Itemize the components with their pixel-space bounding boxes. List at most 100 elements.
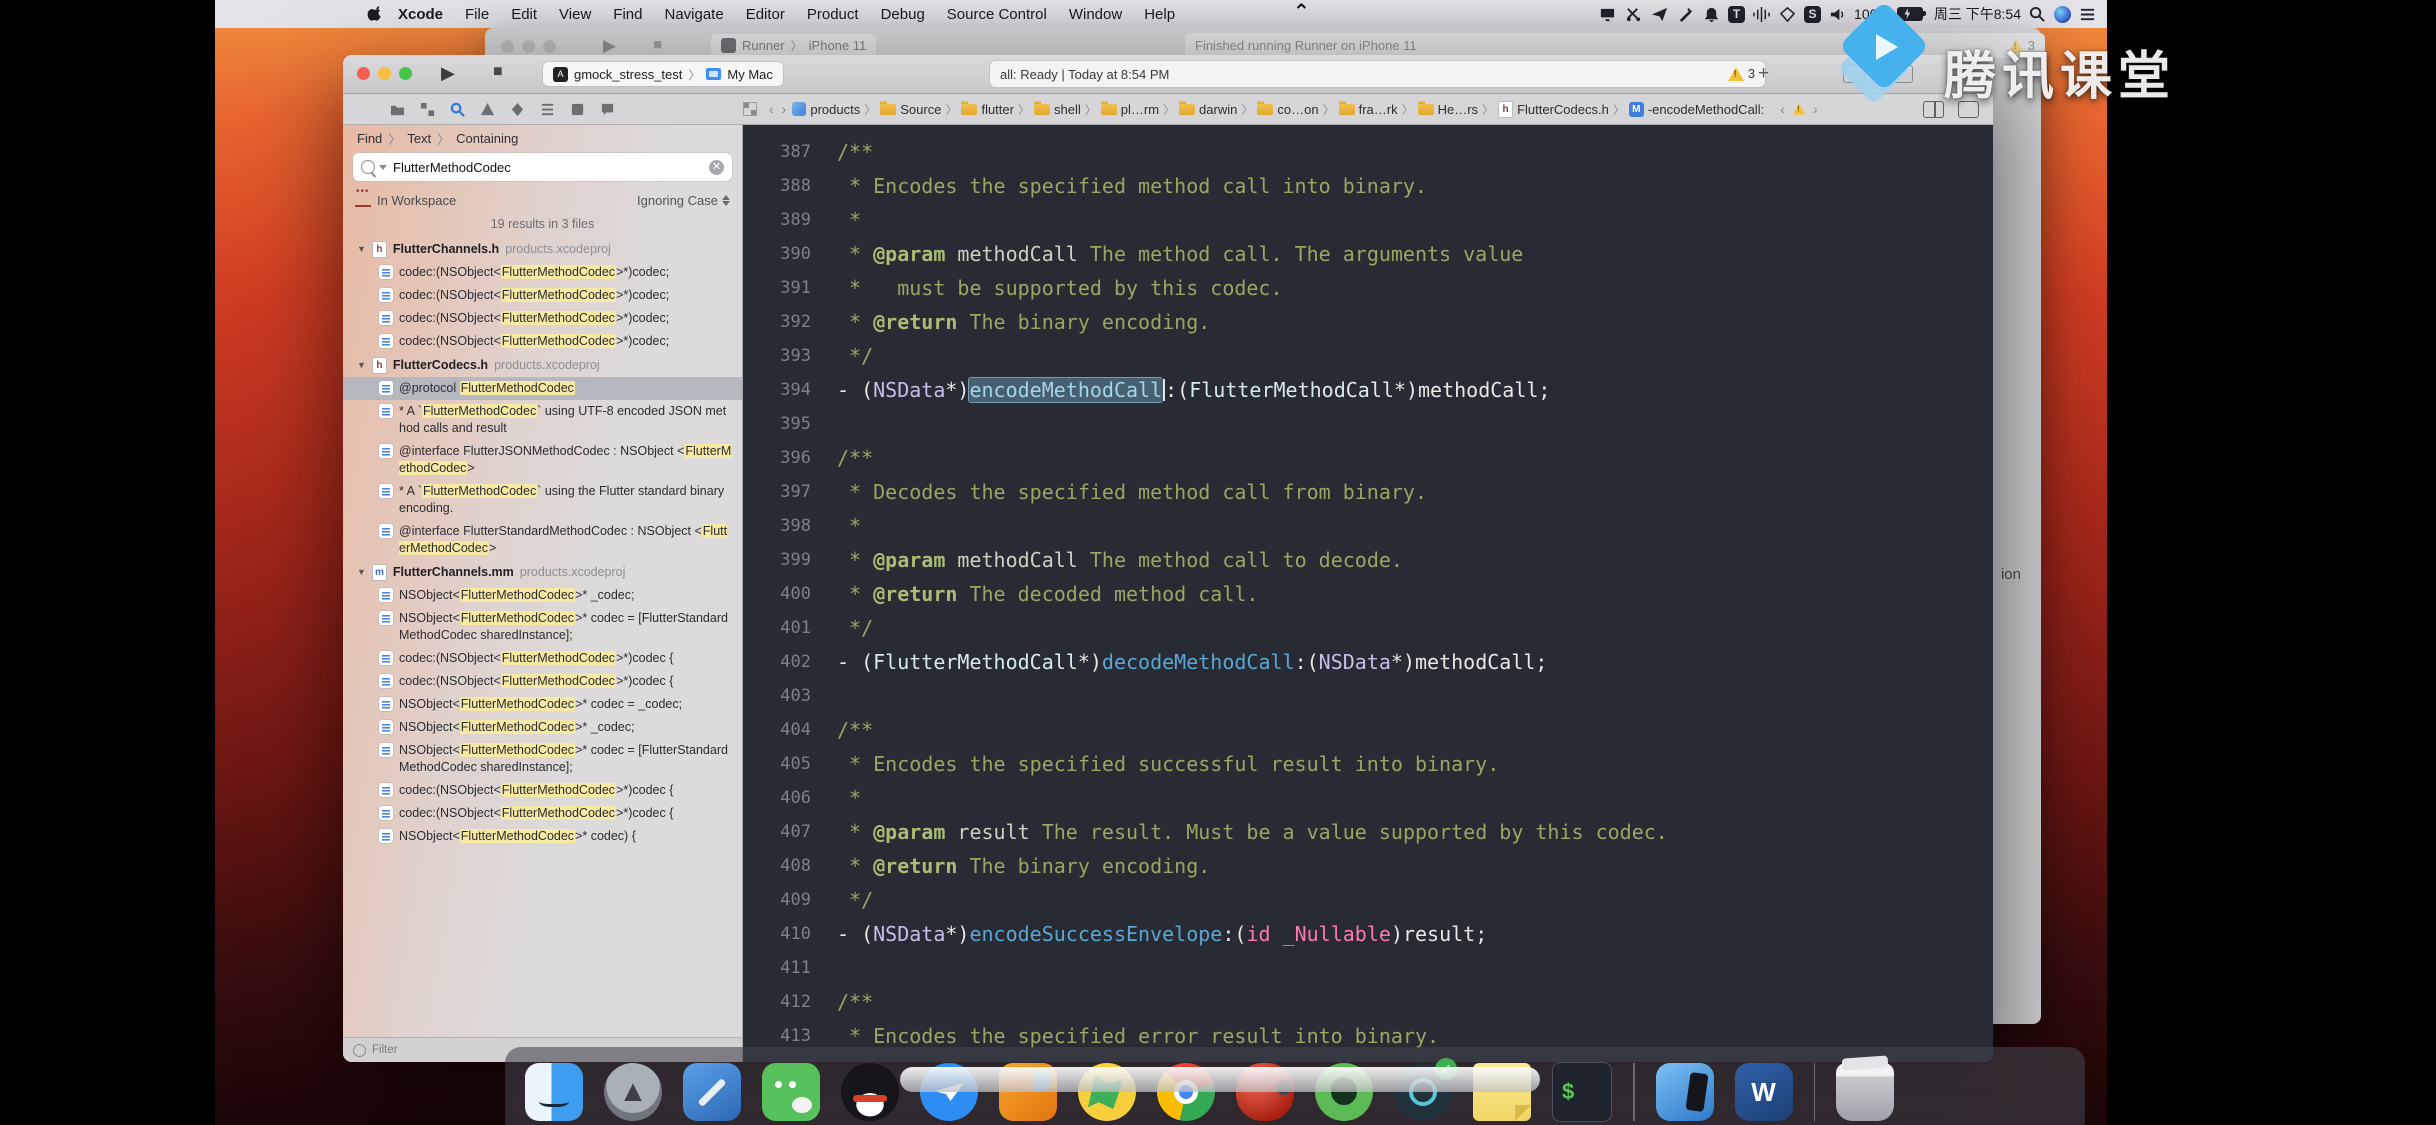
next-issue-button[interactable]: › [1811,101,1820,117]
search-result[interactable]: codec:(NSObject<FlutterMethodCodec>*)cod… [343,802,742,825]
background-traffic-lights[interactable] [501,40,556,53]
disclosure-triangle-icon[interactable]: ▼ [357,244,366,254]
add-editor-icon[interactable] [1958,101,1979,118]
code-line[interactable]: 402- (FlutterMethodCall*)decodeMethodCal… [743,645,1993,679]
code-line[interactable]: 397 * Decodes the specified method call … [743,475,1993,509]
adjust-editor-icon[interactable] [1923,101,1944,118]
dock-terminal-icon[interactable]: $ [1552,1062,1612,1122]
search-result[interactable]: NSObject<FlutterMethodCodec>* _codec; [343,584,742,607]
zoom-button[interactable] [399,67,412,80]
code-line[interactable]: 391 * must be supported by this codec. [743,271,1993,305]
menu-debug[interactable]: Debug [870,6,936,23]
disclosure-triangle-icon[interactable]: ▼ [357,567,366,577]
new-tab-button[interactable]: + [1758,63,1769,85]
code-text[interactable]: * [837,509,861,543]
scope-find[interactable]: Find [357,131,382,146]
overlay-collapse-chevron-icon[interactable]: ⌃ [1293,2,1315,22]
search-input-value[interactable]: FlutterMethodCodec [393,160,703,175]
breadcrumb-darwin[interactable]: darwin [1179,102,1237,117]
code-line[interactable]: 409 */ [743,883,1993,917]
code-text[interactable]: * @param methodCall The method call. The… [837,237,1523,271]
notification-center-icon[interactable] [2078,5,2097,24]
breadcrumb-flutter[interactable]: flutter [961,102,1014,117]
search-result[interactable]: * A `FlutterMethodCodec` using UTF-8 enc… [343,400,742,440]
code-line[interactable]: 403 [743,679,1993,713]
code-line[interactable]: 399 * @param methodCall The method call … [743,543,1993,577]
siri-icon[interactable] [2054,6,2071,23]
menu-window[interactable]: Window [1058,6,1133,23]
close-button[interactable] [357,67,370,80]
code-text[interactable]: */ [837,339,873,373]
result-file-header[interactable]: ▼mFlutterChannels.mmproducts.xcodeproj [343,560,742,584]
apple-menu-icon[interactable] [367,5,383,23]
tool-icon[interactable] [1676,5,1695,24]
breadcrumb-co-on[interactable]: co…on [1257,102,1318,117]
breadcrumb-fra-rk[interactable]: fra…rk [1339,102,1398,117]
code-text[interactable]: /** [837,713,873,747]
code-line[interactable]: 388 * Encodes the specified method call … [743,169,1993,203]
tab-overview-icons[interactable] [1843,65,1913,83]
search-result[interactable]: @protocol FlutterMethodCodec [343,377,742,400]
search-scope-label[interactable]: In Workspace [377,193,456,208]
breakpoint-navigator-icon[interactable] [569,101,586,118]
code-text[interactable]: */ [837,611,873,645]
code-text[interactable]: * must be supported by this codec. [837,271,1283,305]
search-options-chevron-icon[interactable] [379,165,387,170]
search-result[interactable]: codec:(NSObject<FlutterMethodCodec>*)cod… [343,307,742,330]
code-line[interactable]: 396/** [743,441,1993,475]
dock-simulator-icon[interactable] [1656,1063,1714,1121]
prev-issue-button[interactable]: ‹ [1778,101,1787,117]
spotlight-icon[interactable] [2028,5,2047,24]
code-text[interactable]: - (FlutterMethodCall*)decodeMethodCall:(… [837,645,1547,679]
code-line[interactable]: 410- (NSData*)encodeSuccessEnvelope:(id … [743,917,1993,951]
stop-button[interactable]: ■ [493,63,503,81]
volume-icon[interactable] [1828,5,1847,24]
search-result[interactable]: codec:(NSObject<FlutterMethodCodec>*)cod… [343,261,742,284]
scissors-icon[interactable] [1624,5,1643,24]
code-line[interactable]: 404/** [743,713,1993,747]
dock-trash-icon[interactable] [1836,1063,1894,1121]
report-navigator-icon[interactable] [599,101,616,118]
code-line[interactable]: 406 * [743,781,1993,815]
dock-word-icon[interactable]: W [1735,1063,1793,1121]
paper-plane-icon[interactable] [1650,5,1669,24]
code-text[interactable]: /** [837,135,873,169]
test-navigator-icon[interactable] [509,101,526,118]
search-result[interactable]: codec:(NSObject<FlutterMethodCodec>*)cod… [343,284,742,307]
code-line[interactable]: 390 * @param methodCall The method call.… [743,237,1993,271]
breadcrumb-source[interactable]: Source [880,102,941,117]
search-result[interactable]: codec:(NSObject<FlutterMethodCodec>*)cod… [343,330,742,353]
search-result[interactable]: codec:(NSObject<FlutterMethodCodec>*)cod… [343,647,742,670]
menu-editor[interactable]: Editor [735,6,796,23]
code-text[interactable]: * Decodes the specified method call from… [837,475,1427,509]
result-file-header[interactable]: ▼hFlutterChannels.hproducts.xcodeproj [343,237,742,261]
search-result[interactable]: @interface FlutterJSONMethodCodec : NSOb… [343,440,742,480]
airdrop-icon[interactable] [1752,5,1771,24]
menu-edit[interactable]: Edit [500,6,548,23]
s-status-icon[interactable]: S [1804,6,1821,23]
breadcrumb-pl-rm[interactable]: pl…rm [1101,102,1159,117]
scope-text[interactable]: Text [407,131,431,146]
breadcrumb-products[interactable]: products [792,102,860,117]
dock-wechat-icon[interactable] [762,1063,820,1121]
result-file-header[interactable]: ▼hFlutterCodecs.hproducts.xcodeproj [343,353,742,377]
source-editor[interactable]: 387/**388 * Encodes the specified method… [743,125,1993,1062]
scheme-selector[interactable]: A gmock_stress_test 〉 My Mac [543,62,783,86]
menu-navigate[interactable]: Navigate [653,6,734,23]
find-scope-bar[interactable]: Find〉 Text〉 Containing [343,125,742,151]
breadcrumb-shell[interactable]: shell [1034,102,1081,117]
search-result[interactable]: NSObject<FlutterMethodCodec>* codec = [F… [343,739,742,779]
search-result[interactable]: * A `FlutterMethodCodec` using the Flutt… [343,480,742,520]
search-result[interactable]: NSObject<FlutterMethodCodec>* codec = [F… [343,607,742,647]
menu-file[interactable]: File [454,6,500,23]
code-line[interactable]: 400 * @return The decoded method call. [743,577,1993,611]
minimize-button[interactable] [378,67,391,80]
menu-view[interactable]: View [548,6,602,23]
breadcrumb--encodemethodcall-[interactable]: M-encodeMethodCall: [1629,102,1764,117]
code-text[interactable]: * @return The decoded method call. [837,577,1258,611]
back-button[interactable]: ‹ [767,101,776,117]
breadcrumb-he-rs[interactable]: He…rs [1418,102,1478,117]
display-icon[interactable] [1598,5,1617,24]
code-text[interactable]: */ [837,883,873,917]
code-text[interactable]: * [837,203,861,237]
